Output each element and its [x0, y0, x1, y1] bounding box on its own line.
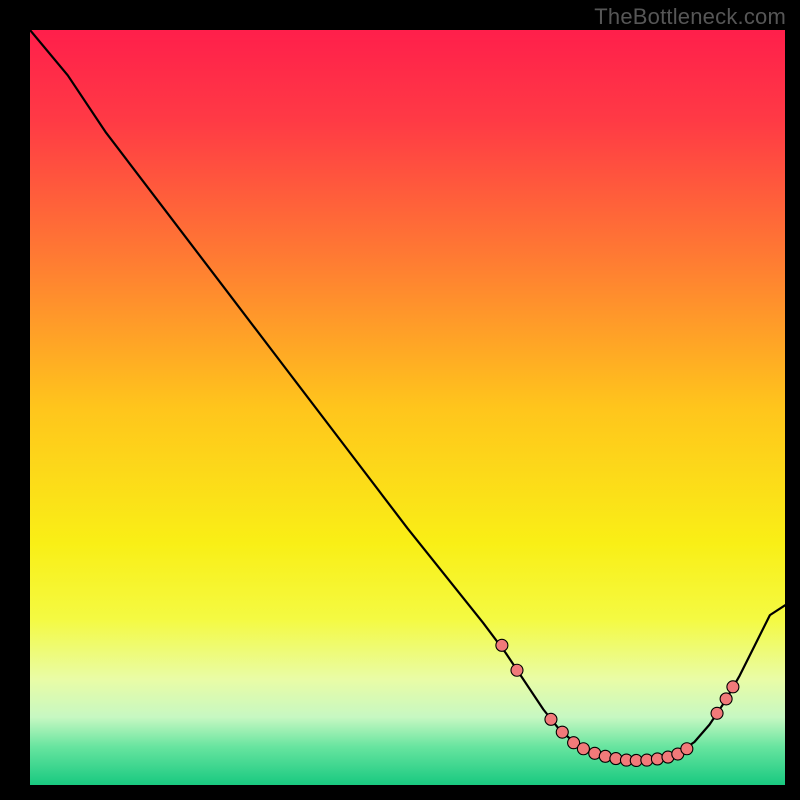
chart-marker [720, 693, 732, 705]
chart-marker [577, 743, 589, 755]
chart-marker [545, 713, 557, 725]
chart-marker [727, 681, 739, 693]
chart-plot-area [30, 30, 785, 785]
chart-marker [556, 726, 568, 738]
chart-marker [511, 664, 523, 676]
chart-marker [599, 750, 611, 762]
chart-marker [651, 753, 663, 765]
chart-marker [711, 707, 723, 719]
chart-marker [496, 639, 508, 651]
watermark-text: TheBottleneck.com [594, 4, 786, 30]
chart-marker [681, 743, 693, 755]
chart-background [30, 30, 785, 785]
